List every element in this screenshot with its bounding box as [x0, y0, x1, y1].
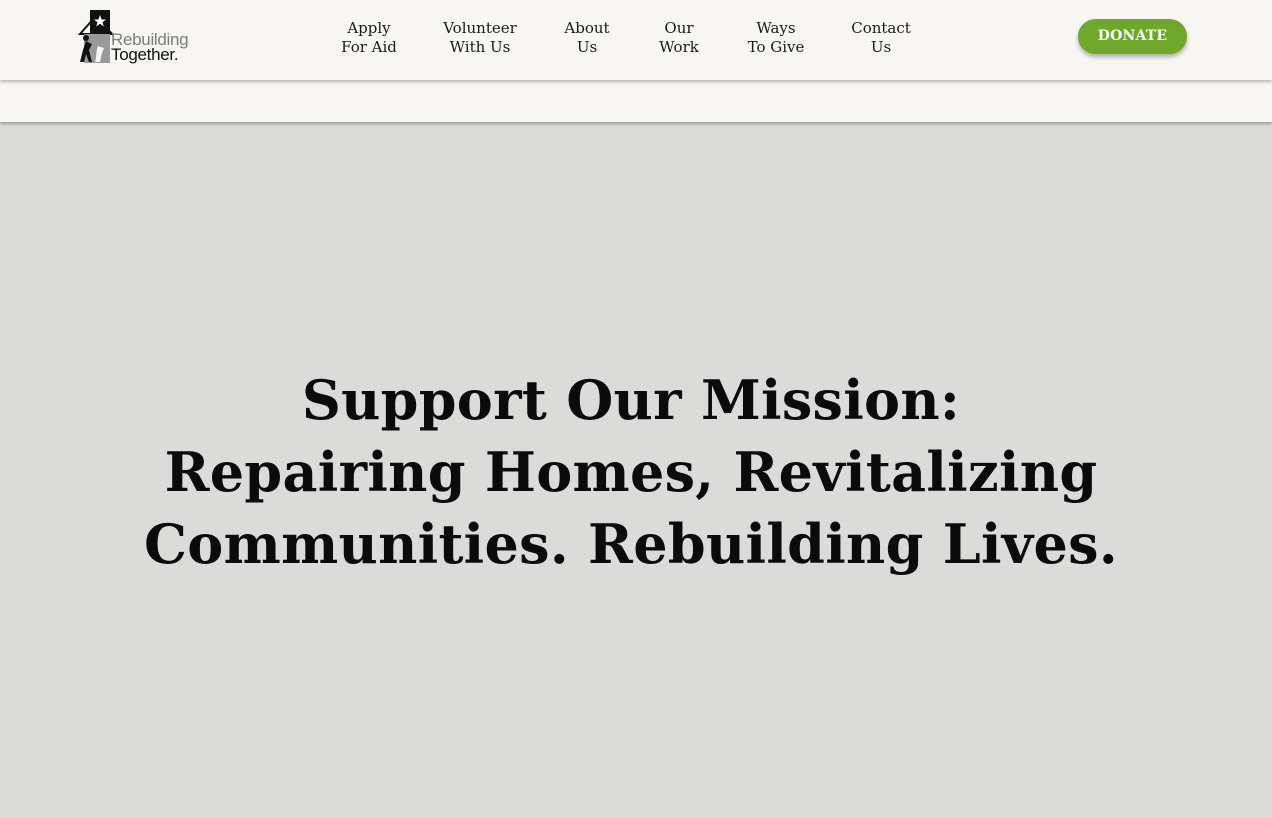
- nav-item-apply-for-aid[interactable]: Apply For Aid: [341, 19, 397, 57]
- nav-item-label-line2: Us: [576, 38, 598, 56]
- hero-heading-line: Repairing Homes, Revitalizing: [164, 440, 1098, 504]
- hero-heading: Support Our Mission: Repairing Homes, Re…: [0, 364, 1262, 580]
- nav-item-label-line2: To Give: [747, 38, 805, 56]
- hero-heading-line: Communities. Rebuilding Lives.: [144, 512, 1118, 576]
- nav-item-label-line2: For Aid: [341, 38, 397, 56]
- hero-section: Support Our Mission: Repairing Homes, Re…: [0, 122, 1272, 818]
- nav-item-label-line1: Ways: [756, 19, 796, 37]
- site-header: Rebuilding Together. Apply For Aid Volun…: [0, 0, 1272, 80]
- nav-item-ways-to-give[interactable]: Ways To Give: [748, 19, 805, 57]
- nav-item-about-us[interactable]: About Us: [564, 19, 609, 57]
- nav-item-label-line1: Our: [664, 19, 694, 37]
- nav-item-label-line2: Work: [659, 38, 699, 56]
- nav-item-label-line1: Contact: [851, 19, 911, 37]
- nav-item-volunteer-with-us[interactable]: Volunteer With Us: [443, 19, 517, 57]
- hero-heading-line: Support Our Mission:: [301, 368, 961, 432]
- nav-item-label-line2: Us: [870, 38, 892, 56]
- header-subbar: [0, 80, 1272, 122]
- donate-button[interactable]: DONATE: [1078, 19, 1187, 54]
- nav-item-label-line1: About: [564, 19, 610, 37]
- nav-item-label-line1: Volunteer: [443, 19, 517, 37]
- nav-item-contact-us[interactable]: Contact Us: [851, 19, 911, 57]
- nav-item-label-line2: With Us: [449, 38, 511, 56]
- nav-item-label-line1: Apply: [347, 19, 391, 37]
- nav-item-our-work[interactable]: Our Work: [659, 19, 699, 57]
